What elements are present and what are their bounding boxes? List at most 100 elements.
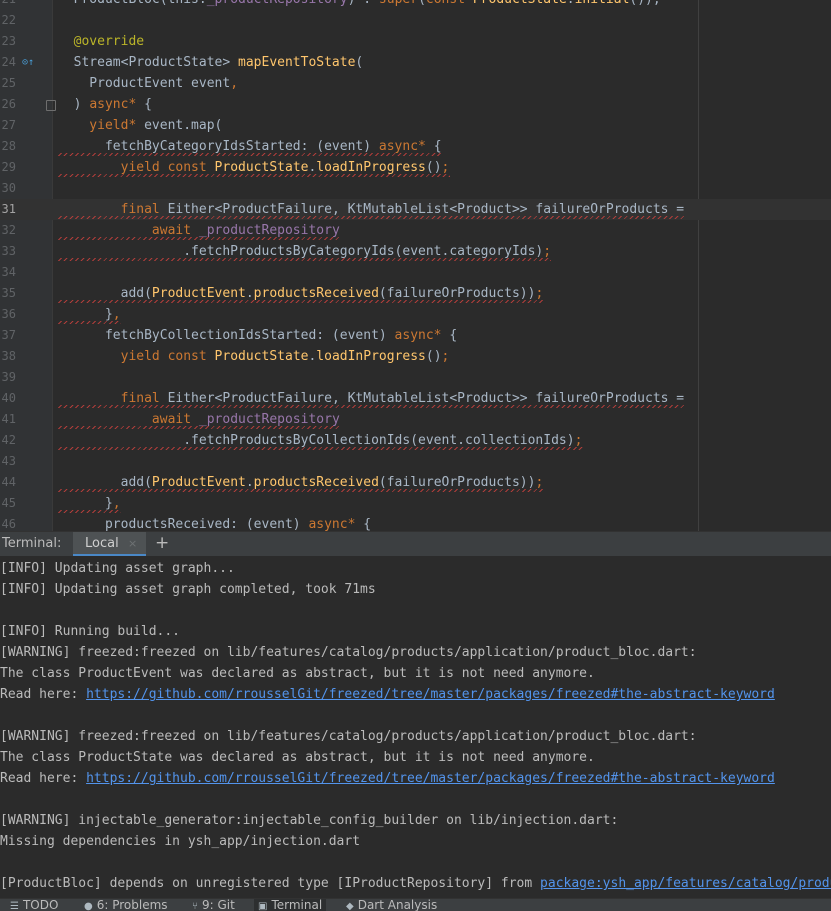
code-line[interactable]: 45 }, xyxy=(0,493,831,514)
close-icon[interactable]: × xyxy=(128,537,137,550)
terminal-link[interactable]: https://github.com/rrousselGit/freezed/t… xyxy=(86,771,775,786)
line-number: 33 xyxy=(1,244,16,258)
tab-local-label: Local xyxy=(85,536,119,551)
terminal-output[interactable]: [INFO] Updating asset graph... [INFO] Upd… xyxy=(0,556,831,898)
line-number: 35 xyxy=(1,286,16,300)
error-underline xyxy=(58,405,685,408)
line-number: 43 xyxy=(1,454,16,468)
code-line[interactable]: 40 final Either<ProductFailure, KtMutabl… xyxy=(0,388,831,409)
code-line[interactable]: 39 xyxy=(0,367,831,388)
terminal-text: The class ProductState was declared as a… xyxy=(0,750,595,765)
git-tool-button[interactable]: ⑂ 9: Git xyxy=(188,899,239,911)
code-token: super xyxy=(379,0,418,7)
terminal-link[interactable]: https://github.com/rrousselGit/freezed/t… xyxy=(86,687,775,702)
problems-tool-button[interactable]: ● 6: Problems xyxy=(80,898,172,911)
terminal-line: [WARNING] freezed:freezed on lib/feature… xyxy=(0,642,697,663)
code-line[interactable]: 43 xyxy=(0,451,831,472)
code-token: () xyxy=(425,349,442,364)
terminal-title: Terminal: xyxy=(2,536,62,551)
terminal-line: [ProductBloc] depends on unregistered ty… xyxy=(0,873,831,894)
terminal-line: [WARNING] freezed:freezed on lib/feature… xyxy=(0,726,697,747)
code-line[interactable]: 32 await _productRepository xyxy=(0,220,831,241)
code-line[interactable]: 26 ) async* { xyxy=(0,94,831,115)
error-underline xyxy=(58,216,685,219)
code-line[interactable]: 27 yield* event.map( xyxy=(0,115,831,136)
code-line[interactable]: 23 @override xyxy=(0,31,831,52)
terminal-line: [INFO] Running build... xyxy=(0,621,180,642)
override-method-icon[interactable]: ⊙↑ xyxy=(22,52,34,73)
line-number: 29 xyxy=(1,160,16,174)
todo-tool-button[interactable]: ☰ TODO xyxy=(6,898,62,911)
terminal-tool-button[interactable]: ▣ Terminal xyxy=(254,899,327,911)
code-token: const xyxy=(426,0,473,7)
dart-analysis-tool-button[interactable]: ◆ Dart Analysis xyxy=(342,899,441,911)
terminal-text: The class ProductEvent was declared as a… xyxy=(0,666,595,681)
error-underline xyxy=(58,510,121,513)
code-token: final xyxy=(58,391,168,406)
code-token: _productRepository xyxy=(207,0,348,7)
error-underline xyxy=(58,237,340,240)
code-token: { xyxy=(449,328,458,343)
line-number: 25 xyxy=(1,76,16,90)
line-number: 28 xyxy=(1,139,16,153)
code-text: ) async* { xyxy=(58,94,152,115)
code-token: _productRepository xyxy=(198,412,340,427)
line-number: 22 xyxy=(1,13,16,27)
code-line[interactable]: 25 ProductEvent event, xyxy=(0,73,831,94)
terminal-line: [INFO] Updating asset graph completed, t… xyxy=(0,579,376,600)
code-line[interactable]: 37 fetchByCollectionIdsStarted: (event) … xyxy=(0,325,831,346)
code-text: yield const ProductState.loadInProgress(… xyxy=(58,346,450,367)
fold-marker-icon[interactable] xyxy=(46,100,56,111)
code-token: add( xyxy=(58,475,152,490)
code-token: .fetchProductsByCategoryIds(event.catego… xyxy=(58,244,544,259)
new-terminal-tab-icon[interactable]: + xyxy=(155,533,169,553)
code-token: ProductState xyxy=(473,0,567,7)
terminal-line: Missing dependencies in ysh_app/injectio… xyxy=(0,831,360,852)
error-underline xyxy=(58,321,121,324)
code-token: Either<ProductFailure, KtMutableList<Pro… xyxy=(167,202,685,217)
code-line[interactable]: 44 add(ProductEvent.productsReceived(fai… xyxy=(0,472,831,493)
code-line[interactable]: 35 add(ProductEvent.productsReceived(fai… xyxy=(0,283,831,304)
line-number: 37 xyxy=(1,328,16,342)
code-token: yield* xyxy=(58,118,145,133)
code-token: ) : xyxy=(348,0,379,7)
code-token: ProductState xyxy=(214,349,309,364)
code-line[interactable]: 28 fetchByCategoryIdsStarted: (event) as… xyxy=(0,136,831,157)
code-token: ; xyxy=(543,244,552,259)
code-line[interactable]: 24 Stream<ProductState> mapEventToState( xyxy=(0,52,831,73)
code-token: ; xyxy=(441,349,450,364)
error-underline xyxy=(58,174,450,177)
code-line[interactable]: 41 await _productRepository xyxy=(0,409,831,430)
code-line[interactable]: 38 yield const ProductState.loadInProgre… xyxy=(0,346,831,367)
code-line[interactable]: 22 xyxy=(0,10,831,31)
code-line[interactable]: 31 final Either<ProductFailure, KtMutabl… xyxy=(0,199,831,220)
line-number: 23 xyxy=(1,34,16,48)
code-line[interactable]: 30 xyxy=(0,178,831,199)
code-line[interactable]: 46 productsReceived: (event) async* { xyxy=(0,514,831,531)
code-token: ; xyxy=(535,286,544,301)
code-line[interactable]: 34 xyxy=(0,262,831,283)
code-token: ) xyxy=(58,97,90,112)
code-token: ProductEvent xyxy=(151,286,246,301)
terminal-text: Missing dependencies in ysh_app/injectio… xyxy=(0,834,361,849)
code-line[interactable]: 21 ProductBloc(this._productRepository) … xyxy=(0,0,831,10)
code-token: . xyxy=(245,475,254,490)
code-token: } xyxy=(58,307,113,322)
code-line[interactable]: 33 .fetchProductsByCategoryIds(event.cat… xyxy=(0,241,831,262)
code-line[interactable]: 42 .fetchProductsByCollectionIds(event.c… xyxy=(0,430,831,451)
code-token: () xyxy=(425,160,442,175)
code-token: productsReceived xyxy=(253,475,379,490)
code-editor[interactable]: 21 ProductBloc(this._productRepository) … xyxy=(0,0,831,531)
code-token: async* xyxy=(89,97,145,112)
tab-local[interactable]: Local × xyxy=(73,532,146,556)
line-number: 21 xyxy=(0,0,16,10)
code-line[interactable]: 29 yield const ProductState.loadInProgre… xyxy=(0,157,831,178)
terminal-link[interactable]: package:ysh_app/features/catalog/product… xyxy=(540,876,831,891)
tool-button-label: 6: Problems xyxy=(96,898,168,911)
code-token: ; xyxy=(535,475,544,490)
code-token: ProductEvent xyxy=(151,475,246,490)
tool-button-label: TODO xyxy=(22,898,59,911)
code-line[interactable]: 36 }, xyxy=(0,304,831,325)
code-token: loadInProgress xyxy=(316,349,426,364)
terminal-line: Read here: https://github.com/rrousselGi… xyxy=(0,684,775,705)
